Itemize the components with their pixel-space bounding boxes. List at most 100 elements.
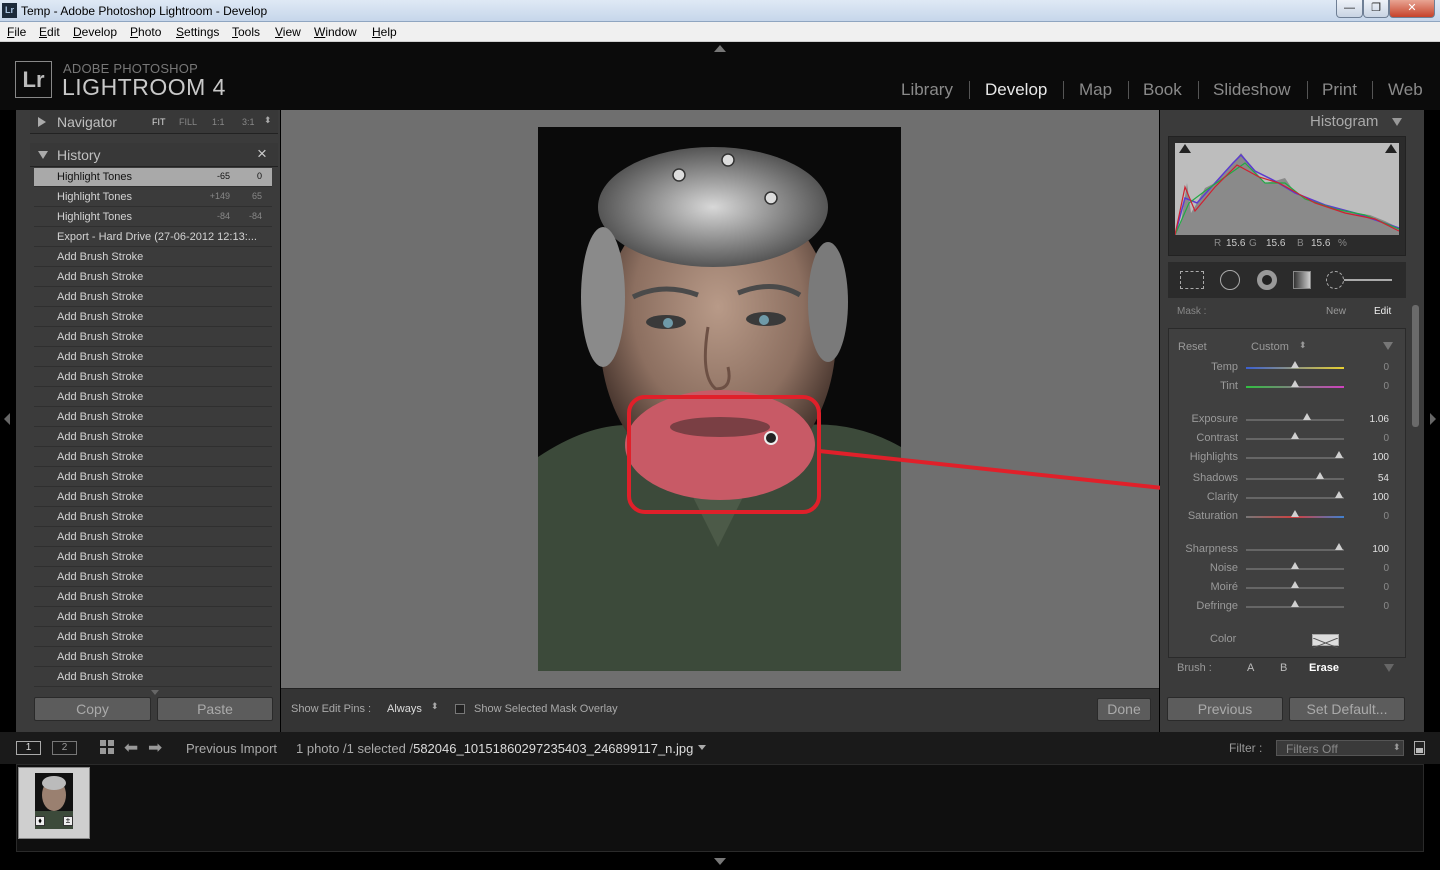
slider-thumb[interactable]	[1335, 543, 1344, 550]
slider-value[interactable]: 0	[1359, 362, 1389, 373]
filename[interactable]: 582046_10151860297235403_246899117_n.jpg	[413, 741, 693, 756]
right-scrollbar[interactable]	[1412, 305, 1419, 427]
view-1-button[interactable]: 1	[16, 741, 41, 755]
slider-thumb[interactable]	[1291, 510, 1299, 517]
filter-label: Filter :	[1229, 741, 1263, 755]
brush-handle-icon	[1344, 279, 1392, 281]
previous-button[interactable]: Previous	[1167, 697, 1283, 721]
effect-collapse-icon[interactable]	[1383, 342, 1393, 350]
slider-value[interactable]: 0	[1359, 563, 1389, 574]
slider-track[interactable]	[1246, 497, 1344, 499]
mask-overlay-label: Show Selected Mask Overlay	[474, 703, 618, 715]
slider-value[interactable]: 100	[1359, 452, 1389, 463]
slider-thumb[interactable]	[1291, 380, 1299, 387]
view-2-button[interactable]: 2	[52, 741, 77, 755]
histogram-panel: R 15.6 G 15.6 B 15.6 %	[1168, 136, 1406, 256]
brush-b-tab[interactable]: B	[1280, 662, 1287, 674]
back-arrow-icon[interactable]: ⬅	[124, 738, 138, 758]
bottom-panel-toggle-icon[interactable]	[714, 858, 726, 865]
slider-thumb[interactable]	[1291, 600, 1299, 607]
done-button[interactable]: Done	[1097, 698, 1151, 721]
red-eye-icon[interactable]	[1257, 270, 1277, 290]
filter-lock-icon[interactable]	[1414, 741, 1425, 755]
slider-thumb[interactable]	[1291, 581, 1299, 588]
mask-new-button[interactable]: New	[1326, 306, 1346, 317]
slider-value[interactable]: 0	[1359, 381, 1389, 392]
color-swatch[interactable]	[1312, 634, 1339, 649]
slider-value[interactable]: 0	[1359, 511, 1389, 522]
slider-label: Saturation	[1187, 510, 1238, 522]
shadow-clipping-icon[interactable]	[1179, 144, 1191, 153]
slider-thumb[interactable]	[1315, 472, 1324, 479]
tool-strip	[1168, 262, 1406, 298]
effect-preset-select[interactable]: Custom	[1251, 341, 1289, 353]
source-label[interactable]: Previous Import	[186, 741, 277, 756]
toolbar: Show Edit Pins : Always ⬍ Show Selected …	[281, 688, 1159, 732]
filmstrip-toolbar: 1 2 ⬅ ➡ Previous Import 1 photo /1 selec…	[0, 732, 1440, 764]
slider-value[interactable]: 0	[1359, 433, 1389, 444]
brush-label: Brush :	[1177, 662, 1212, 674]
slider-label: Exposure	[1191, 413, 1238, 425]
slider-thumb[interactable]	[1291, 361, 1299, 368]
crop-tool-icon[interactable]	[1180, 271, 1204, 289]
histogram-title[interactable]: Histogram	[1310, 113, 1378, 130]
slider-thumb[interactable]	[1335, 451, 1344, 458]
show-edit-pins-select[interactable]: Always	[387, 703, 422, 715]
mask-overlay-checkbox[interactable]	[455, 704, 465, 714]
slider-label: Moiré	[1210, 581, 1238, 593]
slider-track[interactable]	[1246, 549, 1344, 551]
adjustment-brush-icon[interactable]	[1326, 271, 1344, 289]
r-label: R	[1214, 238, 1222, 249]
filter-stepper-icon: ⬍	[1393, 742, 1401, 752]
selection-info: 1 photo /1 selected /582046_101518602972…	[296, 741, 693, 756]
set-default-button[interactable]: Set Default...	[1289, 697, 1405, 721]
slider-thumb[interactable]	[1291, 432, 1299, 439]
slider-track[interactable]	[1246, 419, 1344, 421]
slider-thumb[interactable]	[1302, 413, 1311, 420]
slider-label: Contrast	[1196, 432, 1238, 444]
brush-erase-tab[interactable]: Erase	[1309, 662, 1339, 674]
spot-removal-icon[interactable]	[1220, 270, 1240, 290]
slider-value[interactable]: 0	[1359, 582, 1389, 593]
color-label: Color	[1210, 633, 1237, 645]
slider-label: Sharpness	[1185, 543, 1238, 555]
slider-label: Highlights	[1189, 451, 1238, 463]
filmstrip: ⬧ ±	[16, 764, 1424, 852]
grid-view-icon[interactable]	[100, 740, 115, 755]
show-edit-pins-label: Show Edit Pins :	[291, 703, 372, 715]
mask-edit-button[interactable]: Edit	[1374, 306, 1391, 317]
graduated-filter-icon[interactable]	[1293, 271, 1311, 289]
g-label: G	[1249, 238, 1257, 249]
slider-label: Clarity	[1206, 491, 1238, 503]
filter-value: Filters Off	[1286, 742, 1338, 756]
slider-value[interactable]: 1.06	[1359, 414, 1389, 425]
slider-label: Tint	[1220, 380, 1238, 392]
slider-value[interactable]: 54	[1359, 473, 1389, 484]
b-label: B	[1297, 238, 1304, 249]
highlight-clipping-icon[interactable]	[1385, 144, 1397, 153]
slider-value[interactable]: 100	[1359, 544, 1389, 555]
percent-label: %	[1338, 238, 1347, 249]
r-value: 15.6	[1226, 238, 1246, 249]
slider-value[interactable]: 100	[1359, 492, 1389, 503]
filmstrip-thumbnail[interactable]: ⬧ ±	[18, 767, 90, 839]
histogram-collapse-icon[interactable]	[1392, 118, 1402, 126]
brush-a-tab[interactable]: A	[1247, 662, 1254, 674]
slider-thumb[interactable]	[1335, 491, 1344, 498]
histogram-graph	[1175, 143, 1399, 235]
preset-stepper-icon: ⬍	[1299, 340, 1307, 350]
slider-thumb[interactable]	[1291, 562, 1299, 569]
slider-track[interactable]	[1246, 457, 1344, 459]
brush-collapse-icon[interactable]	[1384, 664, 1394, 672]
mask-label: Mask :	[1177, 306, 1207, 317]
slider-value[interactable]: 0	[1359, 601, 1389, 612]
forward-arrow-icon[interactable]: ➡	[148, 738, 162, 758]
slider-label: Noise	[1209, 562, 1238, 574]
slider-label: Shadows	[1192, 472, 1238, 484]
slider-track[interactable]	[1246, 478, 1344, 480]
develop-badge-icon: ±	[63, 816, 73, 826]
no-color-icon	[1312, 637, 1339, 649]
filename-dropdown-icon[interactable]	[698, 745, 706, 750]
reset-button[interactable]: Reset	[1178, 341, 1207, 353]
filter-select[interactable]: Filters Off ⬍	[1276, 740, 1404, 756]
